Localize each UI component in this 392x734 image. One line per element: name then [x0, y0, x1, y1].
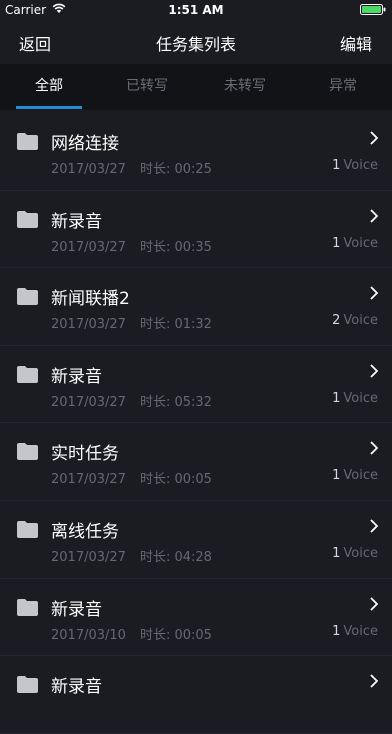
list-item[interactable]: 新录音 [0, 656, 392, 734]
voice-count-number: 1 [332, 235, 341, 251]
voice-count: 1 Voice [332, 546, 378, 561]
task-date: 2017/03/27 [51, 239, 126, 255]
voice-count: 1 Voice [332, 468, 378, 483]
voice-count: 1 Voice [332, 236, 378, 251]
chevron-right-icon [370, 364, 378, 378]
voice-count-unit: Voice [343, 545, 378, 561]
task-date: 2017/03/27 [51, 162, 126, 177]
task-duration: 时长: 05:32 [139, 394, 212, 410]
voice-count-number: 1 [332, 390, 341, 406]
page-title: 任务集列表 [155, 35, 236, 54]
tab-error[interactable]: 异常 [294, 64, 392, 110]
voice-count: 2 Voice [332, 313, 378, 328]
tab-untranscribed[interactable]: 未转写 [196, 64, 294, 110]
task-duration: 时长: 00:25 [139, 162, 212, 177]
voice-count-unit: Voice [343, 390, 378, 406]
navigation-bar: 返回 任务集列表 编辑 [0, 20, 392, 64]
chevron-right-icon [370, 208, 378, 223]
task-name: 新录音 [51, 599, 102, 620]
folder-icon [17, 598, 38, 616]
voice-count: 1 Voice [332, 158, 378, 173]
task-name: 新录音 [51, 211, 102, 232]
voice-count-unit: Voice [343, 468, 378, 484]
task-name: 实时任务 [51, 444, 119, 465]
folder-icon [17, 443, 38, 461]
status-bar: Carrier 1:51 AM [0, 0, 392, 20]
folder-icon [17, 210, 38, 228]
tab-transcribed[interactable]: 已转写 [98, 64, 196, 110]
filter-tabs: 全部 已转写 未转写 异常 [0, 64, 392, 110]
list-item[interactable]: 实时任务 2017/03/27 时长: 00:05 1 Voice [0, 423, 392, 501]
chevron-right-icon [370, 596, 378, 611]
task-date: 2017/03/27 [51, 317, 126, 333]
folder-icon [17, 520, 38, 538]
list-item[interactable]: 新录音 2017/03/27 时长: 05:32 1 Voice [0, 346, 392, 424]
task-date: 2017/03/10 [51, 627, 126, 643]
chevron-right-icon [370, 286, 378, 300]
list-item[interactable]: 离线任务 2017/03/27 时长: 04:28 1 Voice [0, 501, 392, 579]
task-meta: 2017/03/27 时长: 01:32 [51, 313, 212, 332]
task-name: 网络连接 [51, 134, 119, 154]
task-list: 网络连接 2017/03/27 时长: 00:25 1 Voice 新录音 2017… [0, 113, 392, 734]
task-duration: 时长: 00:05 [139, 627, 212, 643]
list-item[interactable]: 网络连接 2017/03/27 时长: 00:25 1 Voice [0, 113, 392, 191]
folder-icon [17, 133, 38, 150]
voice-count-number: 1 [332, 468, 341, 484]
folder-icon [17, 288, 38, 306]
task-meta: 2017/03/27 时长: 00:05 [51, 468, 212, 487]
task-date: 2017/03/27 [51, 394, 126, 410]
voice-count-number: 1 [332, 545, 341, 561]
voice-count-number: 1 [332, 158, 341, 173]
edit-button[interactable]: 编辑 [340, 31, 372, 55]
voice-count-unit: Voice [343, 623, 378, 639]
task-date: 2017/03/27 [51, 549, 126, 565]
task-duration: 时长: 00:05 [139, 472, 212, 488]
task-meta: 2017/03/10 时长: 00:05 [51, 624, 212, 643]
active-tab-indicator [16, 106, 82, 109]
list-item[interactable]: 新闻联播2 2017/03/27 时长: 01:32 2 Voice [0, 268, 392, 346]
voice-count: 1 Voice [332, 624, 378, 639]
chevron-right-icon [370, 519, 378, 533]
chevron-right-icon [370, 674, 378, 688]
task-name: 新录音 [51, 677, 102, 698]
task-name: 离线任务 [51, 521, 119, 542]
tab-all[interactable]: 全部 [0, 64, 98, 110]
task-meta: 2017/03/27 时长: 00:35 [51, 236, 212, 255]
folder-icon [17, 676, 38, 694]
task-duration: 时长: 01:32 [139, 317, 212, 333]
voice-count: 1 Voice [332, 391, 378, 406]
voice-count-unit: Voice [343, 313, 378, 329]
task-meta: 2017/03/27 时长: 05:32 [51, 391, 212, 410]
status-time: 1:51 AM [168, 3, 224, 17]
task-name: 新录音 [51, 366, 102, 387]
chevron-right-icon [370, 131, 378, 145]
task-meta: 2017/03/27 时长: 00:25 [51, 158, 212, 177]
folder-icon [17, 365, 38, 383]
voice-count-unit: Voice [343, 235, 378, 251]
task-date: 2017/03/27 [51, 472, 126, 488]
voice-count-number: 1 [332, 623, 341, 639]
voice-count-number: 2 [332, 313, 341, 329]
task-meta: 2017/03/27 时长: 04:28 [51, 546, 212, 565]
list-item[interactable]: 新录音 2017/03/27 时长: 00:35 1 Voice [0, 191, 392, 269]
task-name: 新闻联播2 [51, 289, 130, 310]
chevron-right-icon [370, 441, 378, 456]
battery-icon [360, 4, 386, 15]
task-duration: 时长: 04:28 [139, 549, 212, 565]
list-item[interactable]: 新录音 2017/03/10 时长: 00:05 1 Voice [0, 579, 392, 657]
voice-count-unit: Voice [343, 158, 378, 173]
task-duration: 时长: 00:35 [139, 239, 212, 255]
